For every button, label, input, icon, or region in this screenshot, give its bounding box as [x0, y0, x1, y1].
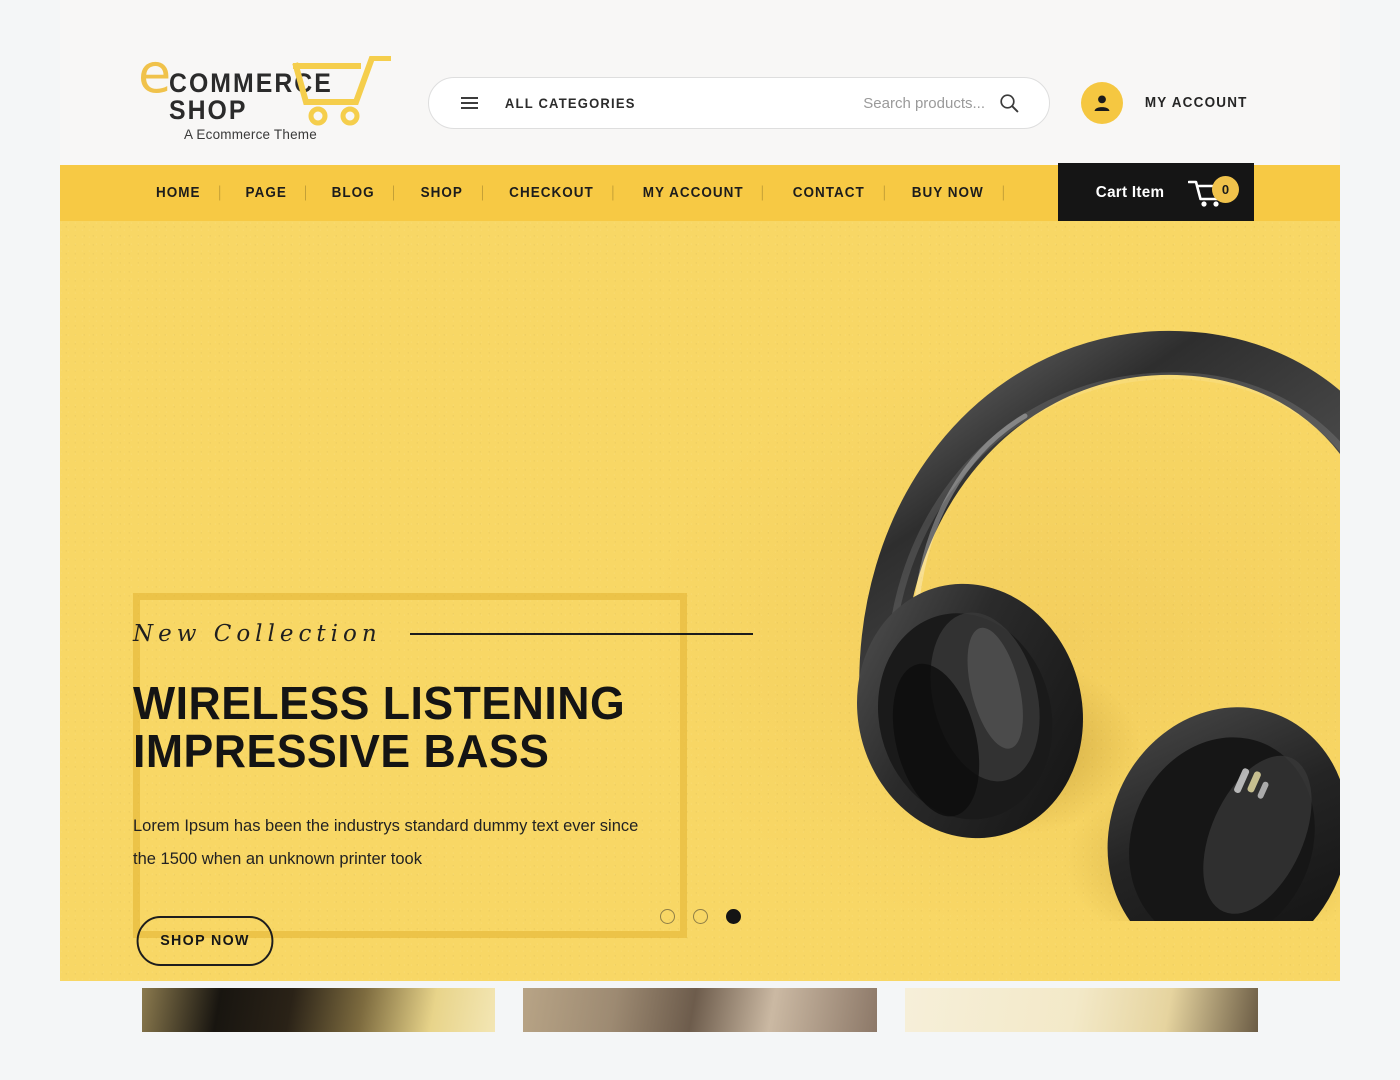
cart-count-badge: 0	[1212, 176, 1239, 203]
hero-title-line-1: WIRELESS LISTENING	[133, 677, 626, 729]
banner-card-2[interactable]	[523, 988, 877, 1032]
logo-initial: e	[138, 42, 171, 105]
carousel-dot-1[interactable]	[659, 909, 675, 924]
my-account-button[interactable]: MY ACCOUNT	[1081, 82, 1251, 124]
hero-title-line-2: IMPRESSIVE BASS	[133, 725, 550, 778]
cart-button[interactable]: Cart Item 0	[1057, 163, 1254, 223]
hamburger-icon	[461, 96, 478, 110]
site-header: e COMMERCE SHOP A Ecommerce Theme ALL CA…	[60, 0, 1340, 165]
search-bar[interactable]: ALL CATEGORIES	[428, 77, 1050, 129]
nav-item-shop[interactable]: SHOP	[401, 185, 482, 201]
carousel-dot-2[interactable]	[692, 909, 708, 924]
nav-list: HOME PAGE BLOG SHOP CHECKOUT MY ACCOUNT …	[142, 165, 1008, 221]
search-icon[interactable]	[999, 93, 1019, 113]
logo-cart-icon	[292, 56, 391, 126]
logo-tagline: A Ecommerce Theme	[184, 127, 317, 142]
nav-item-contact[interactable]: CONTACT	[773, 185, 884, 201]
hero-title: WIRELESS LISTENING IMPRESSIVE BASS	[133, 679, 734, 776]
headphones-image	[857, 330, 1340, 921]
all-categories-button[interactable]: ALL CATEGORIES	[429, 95, 641, 111]
main-navigation: HOME PAGE BLOG SHOP CHECKOUT MY ACCOUNT …	[60, 163, 1340, 223]
promo-banner-row	[60, 988, 1340, 1032]
cart-label: Cart Item	[1095, 184, 1165, 201]
nav-item-page[interactable]: PAGE	[226, 185, 306, 201]
nav-item-buy-now[interactable]: BUY NOW	[892, 185, 1003, 201]
hero-eyebrow: New Collection	[133, 621, 382, 647]
all-categories-label: ALL CATEGORIES	[504, 95, 636, 111]
nav-item-my-account[interactable]: MY ACCOUNT	[623, 185, 763, 201]
hero-slider: New Collection WIRELESS LISTENING IMPRES…	[60, 221, 1340, 981]
hero-description: Lorem Ipsum has been the industrys stand…	[133, 816, 639, 868]
nav-item-home[interactable]: HOME	[145, 185, 220, 201]
nav-item-blog[interactable]: BLOG	[312, 185, 394, 201]
nav-item-checkout[interactable]: CHECKOUT	[490, 185, 614, 201]
carousel-dot-3[interactable]	[725, 909, 741, 924]
avatar	[1081, 82, 1123, 124]
hero-eyebrow-rule	[409, 633, 753, 635]
page-bottom-spacer	[60, 1032, 1340, 1080]
banner-card-1[interactable]	[142, 988, 496, 1032]
hero-eyebrow-row: New Collection	[133, 621, 753, 647]
cart-icon-wrapper: 0	[1188, 176, 1239, 208]
page-wrapper: e COMMERCE SHOP A Ecommerce Theme ALL CA…	[60, 0, 1340, 1080]
my-account-label: MY ACCOUNT	[1144, 95, 1248, 111]
site-logo[interactable]: e COMMERCE SHOP A Ecommerce Theme	[138, 42, 391, 142]
carousel-dots	[60, 909, 1340, 924]
search-input[interactable]	[719, 94, 999, 112]
banner-card-3[interactable]	[904, 988, 1258, 1032]
